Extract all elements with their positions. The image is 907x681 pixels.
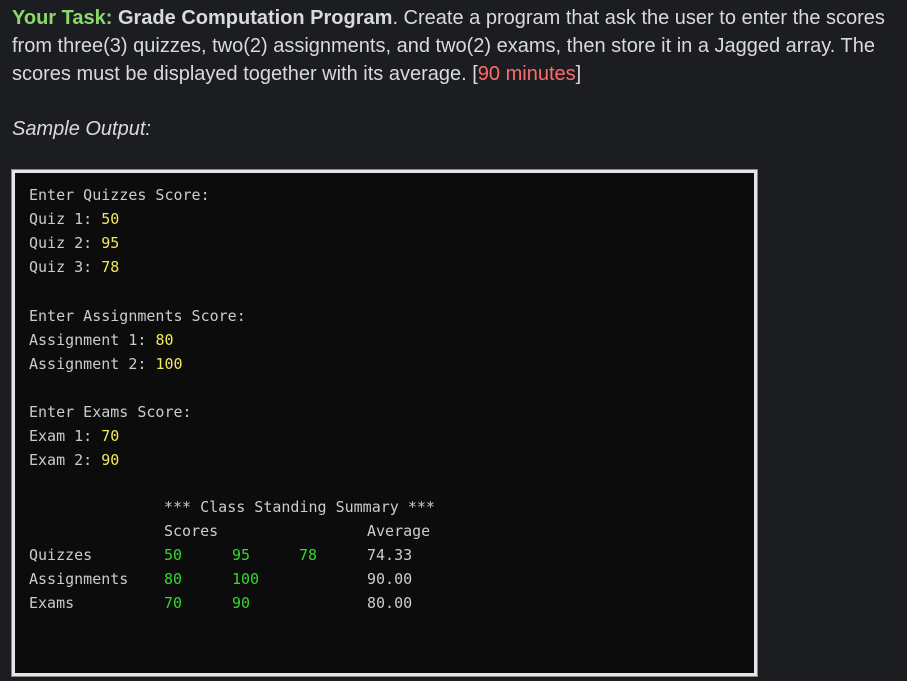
- quizzes-prompt: Enter Quizzes Score:: [29, 186, 210, 204]
- sample-output-heading: Sample Output:: [12, 118, 151, 140]
- assignment-1-line: Assignment 1: 80: [29, 331, 174, 349]
- program-name: Grade Computation Program: [117, 7, 393, 29]
- row-assignments-score-2: 100: [232, 570, 260, 588]
- quiz-1-input: 50: [101, 210, 120, 228]
- quiz-3-line: Quiz 3: 78: [29, 258, 120, 276]
- row-quizzes-average: 74.33: [367, 546, 413, 564]
- assignment-1-input: 80: [155, 331, 174, 349]
- row-quizzes-score-3: 78: [299, 546, 318, 564]
- row-assignments-score-1: 80: [164, 570, 183, 588]
- row-exams-score-2: 90: [232, 594, 251, 612]
- row-exams-score-1: 70: [164, 594, 183, 612]
- task-description: Your Task: Grade Computation Program. Cr…: [12, 4, 902, 88]
- console-window: Enter Quizzes Score: Quiz 1: 50 Quiz 2: …: [11, 169, 758, 677]
- assignment-2-line: Assignment 2: 100: [29, 355, 183, 373]
- scores-header: Scores: [164, 522, 219, 540]
- task-duration: 90 minutes: [477, 63, 576, 85]
- exam-1-input: 70: [101, 427, 120, 445]
- quiz-2-line: Quiz 2: 95: [29, 234, 120, 252]
- exam-2-line: Exam 2: 90: [29, 451, 120, 469]
- average-header: Average: [367, 522, 431, 540]
- exam-2-input: 90: [101, 451, 120, 469]
- assignment-2-input: 100: [155, 355, 183, 373]
- exam-1-line: Exam 1: 70: [29, 427, 120, 445]
- task-text-end: ]: [575, 63, 582, 85]
- quiz-1-line: Quiz 1: 50: [29, 210, 120, 228]
- row-exams-average: 80.00: [367, 594, 413, 612]
- summary-title: *** Class Standing Summary ***: [164, 498, 435, 516]
- row-quizzes-score-1: 50: [164, 546, 183, 564]
- row-quizzes-score-2: 95: [232, 546, 251, 564]
- exams-prompt: Enter Exams Score:: [29, 403, 192, 421]
- row-assignments-name: Assignments: [29, 570, 129, 588]
- quiz-3-input: 78: [101, 258, 120, 276]
- row-assignments-average: 90.00: [367, 570, 413, 588]
- quiz-2-input: 95: [101, 234, 120, 252]
- task-label: Your Task:: [12, 7, 113, 29]
- row-exams-name: Exams: [29, 594, 75, 612]
- row-quizzes-name: Quizzes: [29, 546, 93, 564]
- assignments-prompt: Enter Assignments Score:: [29, 307, 246, 325]
